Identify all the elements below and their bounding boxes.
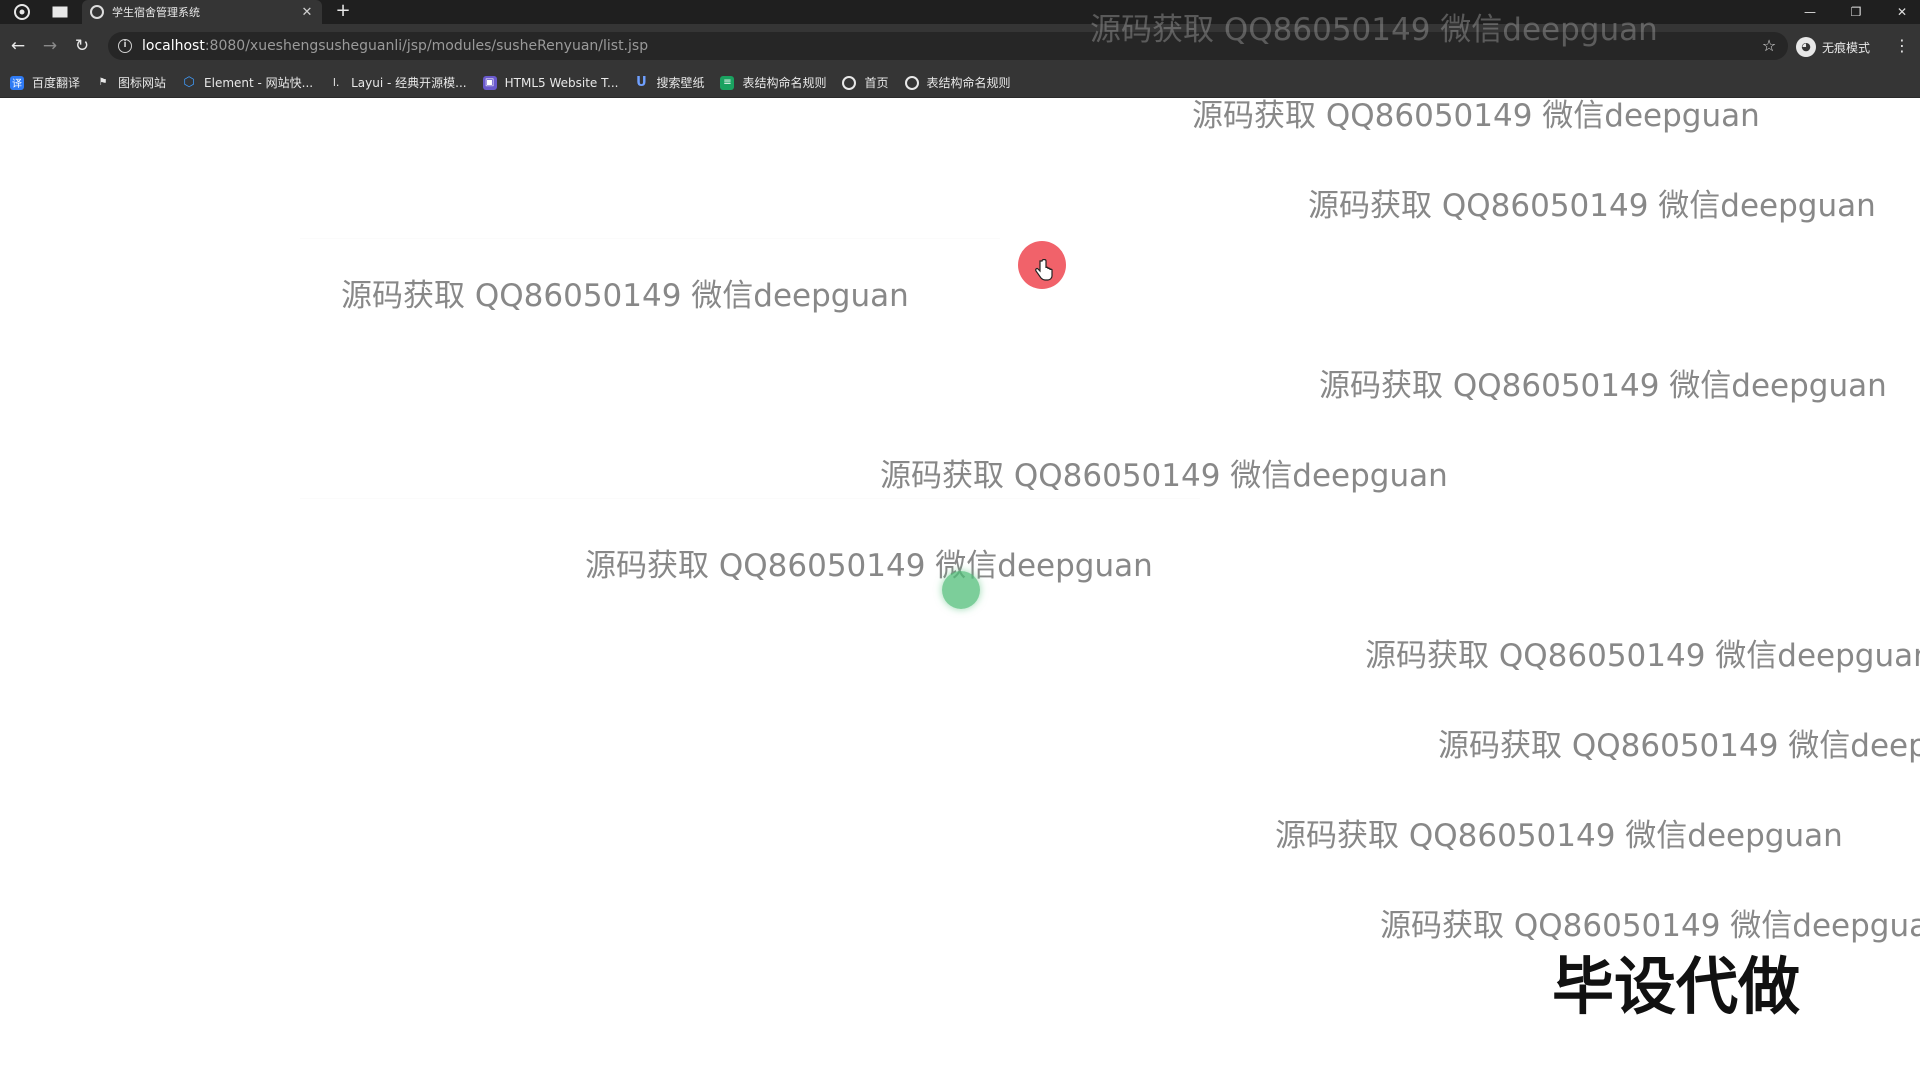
incognito-label: 无痕模式: [1822, 40, 1871, 55]
watermark-text: 源码获取 QQ86050149 微信deepguan: [880, 458, 1448, 494]
bookmark-label: 首页: [864, 76, 889, 90]
watermark-text: 源码获取 QQ86050149 微信deepguan: [1438, 728, 1920, 764]
bookmark-item[interactable]: U 搜索壁纸: [632, 71, 712, 95]
hand-cursor-icon: [1035, 259, 1053, 281]
table-icon: ≡: [720, 75, 735, 90]
bookmark-label: HTML5 Website T...: [504, 75, 619, 90]
tab-search-icon[interactable]: [51, 3, 69, 21]
site-info-icon[interactable]: i: [118, 39, 132, 53]
translate-icon: 译: [10, 75, 24, 90]
pointer-indicator: [942, 571, 980, 609]
watermark-text: 源码获取 QQ86050149 微信deepguan: [1275, 818, 1843, 854]
back-button[interactable]: ←: [6, 34, 30, 58]
globe-icon: [904, 75, 919, 90]
bookmark-label: Layui - 经典开源模...: [351, 76, 467, 90]
bookmark-star-icon[interactable]: ☆: [1757, 34, 1781, 58]
element-icon: ⬡: [183, 75, 195, 90]
bookmark-item[interactable]: 首页: [840, 71, 896, 95]
more-menu-icon[interactable]: ⋮: [1894, 34, 1910, 58]
bookmark-item[interactable]: ⬡ Element - 网站快...: [180, 71, 321, 95]
url-host: localhost: [142, 38, 205, 54]
bookmark-item[interactable]: 译 百度翻译: [8, 71, 88, 95]
watermark-text: 源码获取 QQ86050149 微信deepguan: [585, 548, 1153, 584]
wallpaper-icon: U: [636, 75, 647, 90]
minimize-button[interactable]: —: [1790, 0, 1830, 24]
watermark-text: 源码获取 QQ86050149 微信deepguan: [1365, 638, 1920, 674]
incognito-indicator[interactable]: ◕ 无痕模式: [1796, 36, 1870, 58]
bookmark-label: 图标网站: [118, 76, 167, 90]
globe-icon: [842, 75, 857, 90]
bookmark-label: Element - 网站快...: [204, 76, 314, 90]
layui-icon: l.: [332, 76, 340, 89]
watermark-text-overlay: 源码获取 QQ86050149 微信deepguan: [1090, 12, 1658, 48]
watermark-text: 源码获取 QQ86050149 微信deepguan: [1192, 98, 1760, 134]
tab-active[interactable]: 学生宿舍管理系统 ✕: [82, 0, 322, 24]
tab-close-icon[interactable]: ✕: [300, 5, 314, 20]
restore-button[interactable]: ❐: [1836, 0, 1876, 24]
tab-globe-icon: [90, 5, 104, 19]
flag-icon: ⚑: [98, 77, 108, 88]
watermark-text: 源码获取 QQ86050149 微信deepguan: [1308, 188, 1876, 224]
page-viewport: 源码获取 QQ86050149 微信deepguan 源码获取 QQ860501…: [0, 98, 1920, 1072]
watermark-text: 源码获取 QQ86050149 微信deepguan: [341, 278, 909, 314]
reload-button[interactable]: ↻: [70, 34, 94, 58]
bookmark-item[interactable]: 表结构命名规则: [903, 71, 1019, 95]
new-tab-button[interactable]: +: [333, 1, 353, 21]
bookmark-label: 表结构命名规则: [742, 76, 827, 90]
bookmark-item[interactable]: l. Layui - 经典开源模...: [327, 71, 474, 95]
tab-title: 学生宿舍管理系统: [112, 6, 200, 19]
bookmark-label: 搜索壁纸: [656, 76, 705, 90]
incognito-icon: ◕: [1796, 37, 1816, 57]
bookmark-item[interactable]: ≡ 表结构命名规则: [718, 71, 834, 95]
bookmark-label: 百度翻译: [32, 76, 81, 90]
promo-banner: 毕设代做: [1552, 950, 1801, 1023]
forward-button[interactable]: →: [38, 34, 62, 58]
bookmark-label: 表结构命名规则: [926, 76, 1011, 90]
close-window-button[interactable]: ✕: [1882, 0, 1920, 24]
watermark-text: 源码获取 QQ86050149 微信deepguan: [1319, 368, 1887, 404]
bookmarks-bar: 译 百度翻译 ⚑ 图标网站 ⬡ Element - 网站快... l. Layu…: [0, 68, 1920, 98]
url-path: :8080/xueshengsusheguanli/jsp/modules/su…: [204, 38, 649, 54]
html5-icon: ▣: [482, 75, 497, 90]
browser-logo-icon[interactable]: [13, 3, 31, 21]
bookmark-item[interactable]: ▣ HTML5 Website T...: [481, 71, 627, 95]
bookmark-item[interactable]: ⚑ 图标网站: [94, 71, 174, 95]
